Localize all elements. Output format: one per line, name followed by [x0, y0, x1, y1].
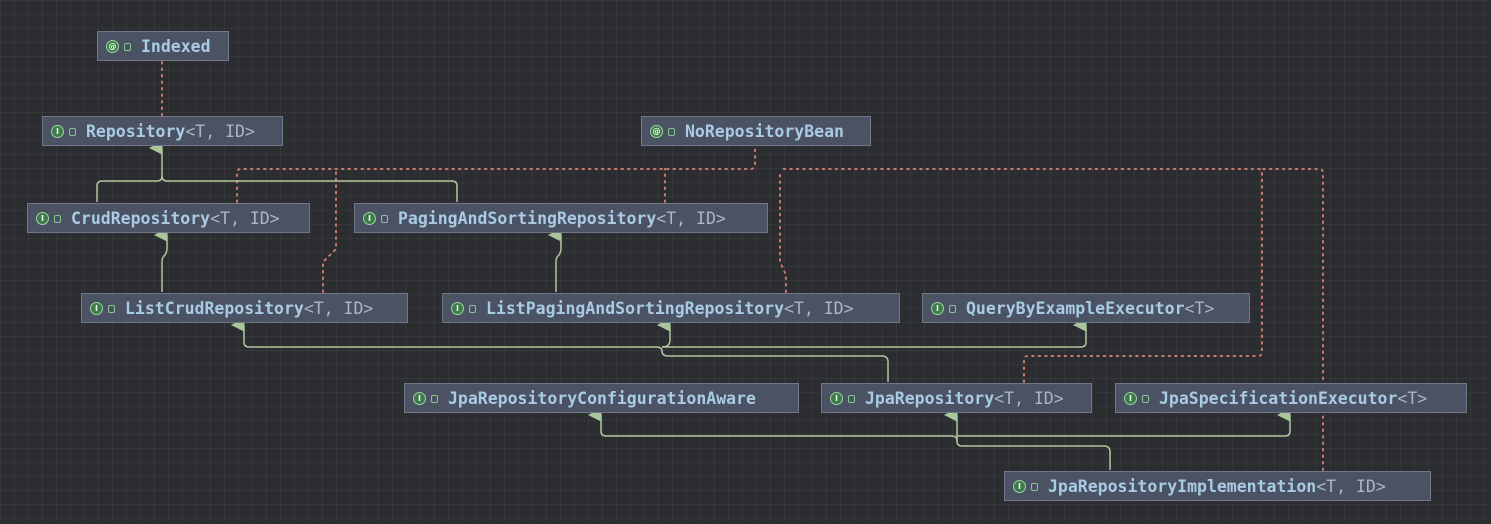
interface-icon: I — [363, 211, 376, 225]
edge-jparepository-norepositorybean — [779, 168, 1263, 383]
public-visibility-icon — [431, 395, 438, 403]
node-type-params: <T, ID> — [784, 298, 854, 318]
node-type-params: <T> — [1184, 298, 1215, 318]
node-jpaspecificationexecutor[interactable]: I JpaSpecificationExecutor <T> — [1115, 383, 1467, 413]
edge-jparepository-querybyexampleexecutor — [662, 325, 1087, 348]
interface-icon: I — [36, 211, 49, 225]
interface-icon: I — [51, 124, 64, 138]
node-listcrudrepository[interactable]: I ListCrudRepository <T, ID> — [81, 293, 408, 323]
interface-icon: I — [413, 391, 426, 405]
edge-pagingandsortingrepository-repository — [161, 175, 458, 202]
public-visibility-icon — [69, 128, 76, 136]
public-visibility-icon — [949, 305, 956, 313]
node-pagingandsortingrepository[interactable]: I PagingAndSortingRepository <T, ID> — [354, 203, 768, 233]
node-name: PagingAndSortingRepository — [398, 208, 657, 228]
node-listpagingandsortingrepository[interactable]: I ListPagingAndSortingRepository <T, ID> — [442, 293, 900, 323]
edge-crudrepository-repository — [96, 148, 163, 202]
node-name: CrudRepository — [71, 208, 211, 228]
public-visibility-icon — [848, 395, 855, 403]
annotation-icon: @ — [650, 124, 663, 138]
edge-listcrudrepository-norepositorybean — [322, 168, 337, 293]
node-type-params: <T, ID> — [1316, 476, 1386, 496]
public-visibility-icon — [469, 305, 476, 313]
node-type-params: <T, ID> — [210, 208, 280, 228]
node-name: ListPagingAndSortingRepository — [486, 298, 785, 318]
annotation-icon: @ — [106, 39, 119, 53]
node-type-params: <T, ID> — [185, 121, 255, 141]
edge-crudrepository-norepositorybean — [236, 146, 756, 203]
edge-listpagingandsortingrepository-pagingandsortingrepository — [556, 235, 562, 292]
interface-icon: I — [1124, 391, 1137, 405]
node-name: JpaRepositoryConfigurationAware — [448, 388, 756, 408]
node-type-params: <T, ID> — [303, 298, 374, 318]
edge-jparepositoryimplementation-jparepositoryconfigurationaware — [601, 415, 958, 442]
node-type-params: <T, ID> — [656, 208, 726, 228]
edge-jparepositoryimplementation-jparepository — [957, 415, 1111, 470]
public-visibility-icon — [54, 215, 61, 223]
diagram-edges — [96, 61, 1324, 471]
edge-jparepositoryimplementation-norepositorybean — [1261, 168, 1324, 471]
node-name: NoRepositoryBean — [685, 121, 844, 141]
edge-jparepository-listcrudrepository — [244, 325, 889, 382]
interface-icon: I — [451, 301, 464, 315]
node-querybyexampleexecutor[interactable]: I QueryByExampleExecutor <T> — [922, 293, 1250, 323]
node-name: Indexed — [141, 36, 211, 56]
public-visibility-icon — [1142, 395, 1149, 403]
interface-icon: I — [931, 301, 944, 315]
node-norepositorybean[interactable]: @ NoRepositoryBean — [641, 116, 871, 146]
interface-icon: I — [90, 301, 103, 315]
interface-icon: I — [830, 391, 843, 405]
node-crudrepository[interactable]: I CrudRepository <T, ID> — [27, 203, 310, 233]
node-indexed[interactable]: @ Indexed — [97, 31, 229, 61]
public-visibility-icon — [124, 43, 131, 51]
public-visibility-icon — [381, 215, 388, 223]
node-jparepositoryconfigurationaware[interactable]: I JpaRepositoryConfigurationAware — [404, 383, 799, 413]
node-name: JpaRepository — [865, 388, 995, 408]
node-type-params: <T> — [1397, 388, 1428, 408]
node-name: QueryByExampleExecutor — [966, 298, 1185, 318]
edge-jparepositoryimplementation-jpaspecificationexecutor — [957, 415, 1291, 437]
public-visibility-icon — [1031, 483, 1038, 491]
node-jparepository[interactable]: I JpaRepository <T, ID> — [821, 383, 1092, 413]
node-type-params: <T, ID> — [994, 388, 1064, 408]
node-repository[interactable]: I Repository <T, ID> — [42, 116, 283, 146]
edge-listcrudrepository-crudrepository — [162, 235, 168, 292]
node-name: JpaSpecificationExecutor — [1159, 388, 1398, 408]
node-name: ListCrudRepository — [125, 298, 304, 318]
node-name: JpaRepositoryImplementation — [1048, 476, 1317, 496]
node-jparepositoryimplementation[interactable]: I JpaRepositoryImplementation <T, ID> — [1004, 471, 1431, 501]
node-name: Repository — [86, 121, 186, 141]
edge-listpagingandsortingrepository-norepositorybean — [779, 171, 787, 293]
public-visibility-icon — [668, 128, 675, 136]
edge-jparepository-listpagingandsortingrepository — [662, 325, 671, 348]
public-visibility-icon — [108, 305, 115, 313]
interface-icon: I — [1013, 479, 1026, 493]
